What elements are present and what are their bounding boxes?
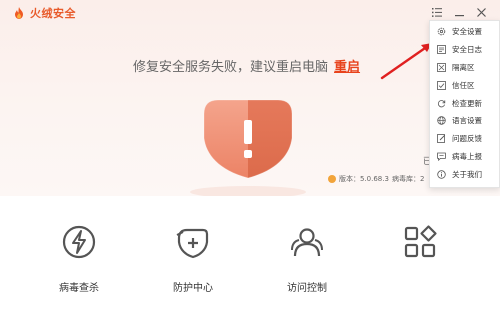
log-icon <box>437 45 446 55</box>
menu-item-label: 安全日志 <box>452 45 482 55</box>
close-icon <box>476 7 486 17</box>
menu-item-label: 信任区 <box>452 80 475 90</box>
virus-scan-icon <box>61 224 97 260</box>
feedback-icon <box>437 134 446 144</box>
feature-label: 访问控制 <box>287 283 327 294</box>
settings-dropdown-menu: 安全设置 安全日志 隔离区 信任区 检查更新 语言设置 问题反馈 病毒上报 关于… <box>429 20 500 188</box>
feature-label: 防护中心 <box>173 283 213 294</box>
menu-item-label: 问题反馈 <box>452 134 482 144</box>
status-panel: 火绒安全 修复安全服务失败，建议重启电脑 重启 已 版本：5.0.68.3 病毒… <box>0 0 500 196</box>
restart-link[interactable]: 重启 <box>334 60 360 75</box>
menu-item-label: 关于我们 <box>452 169 482 179</box>
more-tools-icon <box>402 224 438 260</box>
warning-shield-icon <box>190 99 306 196</box>
menu-item-check-update[interactable]: 检查更新 <box>430 94 499 112</box>
report-icon <box>437 152 446 161</box>
version-label: 版本：5.0.68.3 <box>339 175 389 183</box>
globe-icon <box>437 116 446 126</box>
menu-item-label: 安全设置 <box>452 27 482 37</box>
protection-center-icon <box>175 224 211 260</box>
feature-more-tools[interactable] <box>385 224 455 279</box>
access-control-icon <box>289 224 325 260</box>
version-badge-icon <box>328 175 336 183</box>
refresh-icon <box>437 99 446 108</box>
menu-button[interactable] <box>426 3 448 21</box>
menu-item-quarantine[interactable]: 隔离区 <box>430 59 499 77</box>
info-icon <box>437 170 446 179</box>
menu-item-label: 隔离区 <box>452 62 475 72</box>
feature-bar: 病毒查杀 防护中心 访问控制 <box>0 196 500 329</box>
gear-icon <box>437 27 446 36</box>
warning-shield <box>178 74 318 196</box>
menu-item-label: 检查更新 <box>452 98 482 108</box>
status-message: 修复安全服务失败，建议重启电脑 <box>133 60 329 75</box>
menu-item-feedback[interactable]: 问题反馈 <box>430 130 499 148</box>
minimize-icon <box>454 14 464 16</box>
window-controls <box>426 3 492 21</box>
menu-list-icon <box>432 7 442 17</box>
feature-protection-center[interactable]: 防护中心 <box>158 224 228 294</box>
menu-item-trust-zone[interactable]: 信任区 <box>430 76 499 94</box>
minimize-button[interactable] <box>448 3 470 21</box>
feature-label: 病毒查杀 <box>59 283 99 294</box>
menu-item-about[interactable]: 关于我们 <box>430 165 499 183</box>
menu-item-label: 语言设置 <box>452 116 482 126</box>
feature-access-control[interactable]: 访问控制 <box>272 224 342 294</box>
menu-item-security-log[interactable]: 安全日志 <box>430 41 499 59</box>
app-brand: 火绒安全 <box>12 5 76 21</box>
pointer-arrow <box>380 40 434 80</box>
red-arrow-icon <box>380 43 432 80</box>
menu-item-language[interactable]: 语言设置 <box>430 112 499 130</box>
version-info: 版本：5.0.68.3 病毒库：2 <box>328 174 424 184</box>
quarantine-icon <box>437 63 446 72</box>
status-headline: 修复安全服务失败，建议重启电脑 重启 <box>133 56 360 75</box>
menu-item-security-settings[interactable]: 安全设置 <box>430 23 499 41</box>
menu-item-virus-report[interactable]: 病毒上报 <box>430 148 499 166</box>
virus-db-label: 病毒库：2 <box>391 175 425 183</box>
app-name: 火绒安全 <box>30 7 76 20</box>
close-button[interactable] <box>470 3 492 21</box>
flame-logo-icon <box>12 6 26 20</box>
feature-virus-scan[interactable]: 病毒查杀 <box>44 224 114 294</box>
trust-icon <box>437 80 446 90</box>
menu-item-label: 病毒上报 <box>452 151 482 161</box>
